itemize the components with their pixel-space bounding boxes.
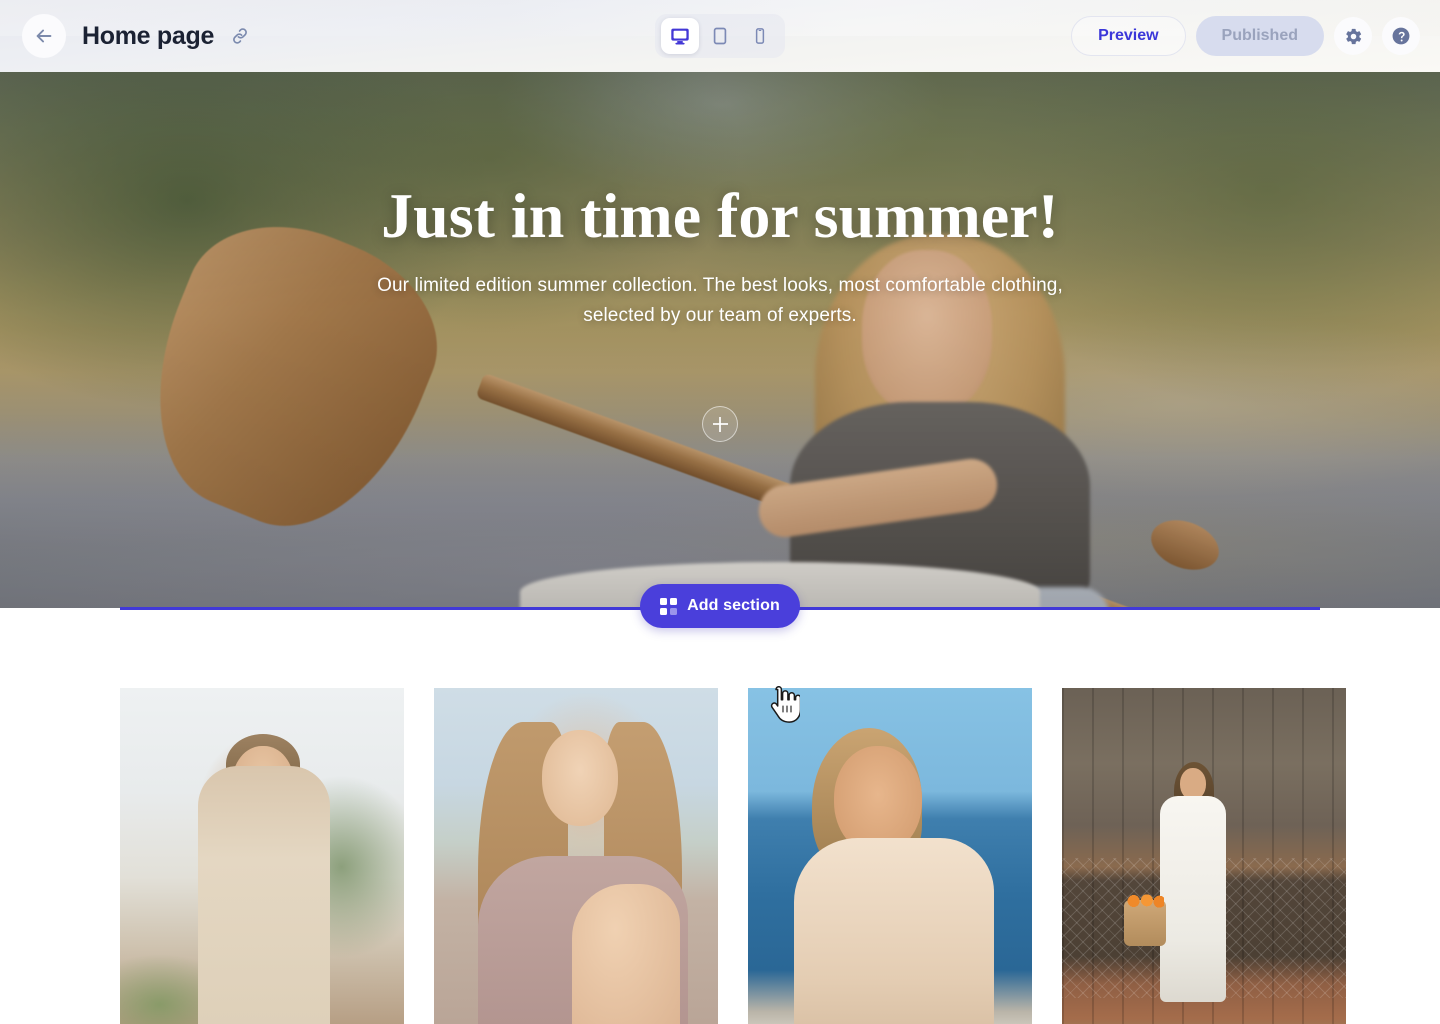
device-tablet-button[interactable] [701,18,739,54]
hero-text-block: Just in time for summer! Our limited edi… [0,182,1440,330]
hero-subtitle: Our limited edition summer collection. T… [377,275,1063,326]
toolbar-left-group: Home page [0,14,250,58]
hero-title: Just in time for summer! [381,180,1059,251]
add-section-button[interactable]: Add section [640,584,800,628]
page-canvas: Just in time for summer! Our limited edi… [0,72,1440,1024]
toolbar-right-group: Preview Published [1071,0,1420,72]
product-image-2[interactable] [434,688,718,1024]
help-icon [1392,27,1410,45]
device-desktop-button[interactable] [661,18,699,54]
product-image-3[interactable] [748,688,1032,1024]
editor-toolbar: Home page Preview Published [0,0,1440,72]
mobile-icon [755,28,765,44]
hero-add-image-button[interactable] [702,406,738,442]
arrow-left-icon [36,29,52,43]
desktop-icon [671,28,689,45]
tablet-icon [713,27,727,45]
grid-icon [660,597,678,615]
device-switcher [655,14,785,58]
published-button[interactable]: Published [1195,16,1324,56]
product-image-grid [0,688,1440,1024]
back-button[interactable] [22,14,66,58]
help-button[interactable] [1382,17,1420,55]
device-mobile-button[interactable] [741,18,779,54]
hero-overlay [0,72,1440,608]
add-section-divider-wrap: Add section [0,584,1440,662]
product-image-4[interactable] [1062,688,1346,1024]
product-image-1[interactable] [120,688,404,1024]
settings-button[interactable] [1334,17,1372,55]
hero-section[interactable]: Just in time for summer! Our limited edi… [0,72,1440,608]
add-section-label: Add section [687,597,780,614]
gear-icon [1345,28,1361,44]
link-icon[interactable] [230,26,250,46]
preview-button[interactable]: Preview [1071,16,1186,56]
page-title: Home page [82,21,215,50]
